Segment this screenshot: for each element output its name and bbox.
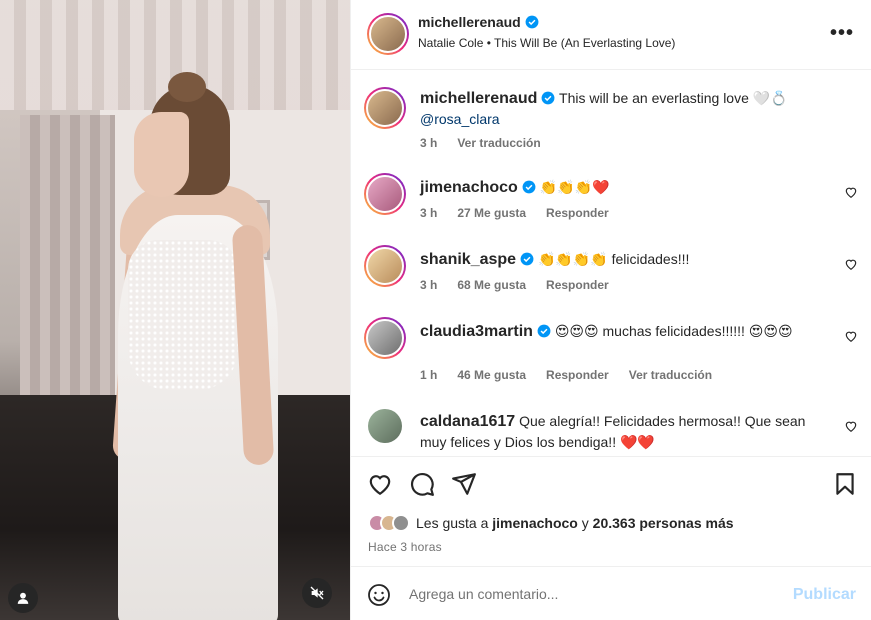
comment-time[interactable]: 1 h xyxy=(420,368,437,382)
caption-body: This will be an everlasting love 🤍💍 xyxy=(555,90,788,106)
reply-button[interactable]: Responder xyxy=(546,278,609,292)
comment-meta: 3 h 68 Me gusta Responder xyxy=(420,278,629,292)
send-icon[interactable] xyxy=(451,471,477,497)
caption-time[interactable]: 3 h xyxy=(420,136,437,150)
comment-likes[interactable]: 46 Me gusta xyxy=(457,368,526,382)
comment-avatar[interactable] xyxy=(364,245,406,287)
comment-meta: 3 h 27 Me gusta Responder xyxy=(420,206,629,220)
heart-icon[interactable] xyxy=(844,185,858,199)
comment-avatar[interactable] xyxy=(364,317,406,359)
comment-username[interactable]: jimenachoco xyxy=(420,179,518,196)
comment-avatar[interactable] xyxy=(364,173,406,215)
post-header: michellerenaud Natalie Cole • This Will … xyxy=(351,0,871,70)
post-actions: Les gusta a jimenachoco y 20.363 persona… xyxy=(351,456,871,566)
comment-composer: Publicar xyxy=(351,566,871,620)
comment-likes[interactable]: 68 Me gusta xyxy=(457,278,526,292)
comment-input[interactable] xyxy=(409,582,769,606)
audio-track[interactable]: Natalie Cole • This Will Be (An Everlast… xyxy=(418,36,675,50)
comment-body: 👏👏👏❤️ xyxy=(535,179,610,195)
comment-text: shanik_aspe 👏👏👏👏 felicidades!!! xyxy=(420,249,830,270)
verified-badge-icon xyxy=(537,324,551,338)
verified-badge-icon xyxy=(525,15,539,29)
likes-text: Les gusta a jimenachoco y 20.363 persona… xyxy=(416,515,734,531)
heart-icon[interactable] xyxy=(844,329,858,343)
author-username[interactable]: michellerenaud xyxy=(418,14,539,30)
dress-lace-bodice xyxy=(128,240,238,390)
comments-list[interactable]: michellerenaud This will be an everlasti… xyxy=(351,71,871,456)
tagged-users-button[interactable] xyxy=(8,583,38,613)
comment-likes[interactable]: 27 Me gusta xyxy=(457,206,526,220)
post-sidebar: michellerenaud Natalie Cole • This Will … xyxy=(350,0,871,620)
caption-mention[interactable]: @rosa_clara xyxy=(420,111,500,127)
mute-button[interactable] xyxy=(302,578,332,608)
verified-badge-icon xyxy=(541,91,555,105)
verified-badge-icon xyxy=(520,252,534,266)
comment-text: caldana1617 Que alegría!! Felicidades he… xyxy=(420,411,830,452)
publish-button[interactable]: Publicar xyxy=(793,586,856,604)
comment-translate-link[interactable]: Ver traducción xyxy=(629,368,712,382)
likes-count[interactable]: 20.363 personas más xyxy=(593,515,734,531)
caption-avatar[interactable] xyxy=(364,87,406,129)
user-icon xyxy=(17,592,29,604)
emoji-icon[interactable] xyxy=(367,583,391,607)
liker-avatar xyxy=(392,514,410,532)
instagram-post: michellerenaud Natalie Cole • This Will … xyxy=(0,0,871,620)
post-timestamp[interactable]: Hace 3 horas xyxy=(368,540,442,554)
comment-time[interactable]: 3 h xyxy=(420,278,437,292)
verified-badge-icon xyxy=(522,180,536,194)
author-avatar[interactable] xyxy=(367,13,409,55)
heart-icon[interactable] xyxy=(844,257,858,271)
caption-translate-link[interactable]: Ver traducción xyxy=(457,136,540,150)
figure-hair-bun xyxy=(168,72,206,102)
comment-text: jimenachoco 👏👏👏❤️ xyxy=(420,177,830,198)
comment-body: 😍😍😍 muchas felicidades!!!!!! 😍😍😍 xyxy=(550,323,793,339)
likes-summary[interactable]: Les gusta a jimenachoco y 20.363 persona… xyxy=(368,514,734,532)
reply-button[interactable]: Responder xyxy=(546,206,609,220)
reply-button[interactable]: Responder xyxy=(546,368,609,382)
figure-face xyxy=(134,112,189,197)
comment-body: 👏👏👏👏 felicidades!!! xyxy=(534,251,690,267)
heart-icon[interactable] xyxy=(844,419,858,433)
comment-time[interactable]: 3 h xyxy=(420,206,437,220)
comment-username[interactable]: shanik_aspe xyxy=(420,251,516,268)
comment-avatar[interactable] xyxy=(368,409,402,443)
comment-username[interactable]: claudia3martin xyxy=(420,323,533,340)
comment-meta: 1 h 46 Me gusta Responder Ver traducción xyxy=(420,368,732,382)
background-drape xyxy=(20,115,115,405)
caption-text: michellerenaud This will be an everlasti… xyxy=(420,88,830,129)
bookmark-icon[interactable] xyxy=(832,471,858,497)
comment-username[interactable]: caldana1617 xyxy=(420,413,515,430)
more-horizontal-icon[interactable]: ••• xyxy=(830,22,854,45)
caption-username[interactable]: michellerenaud xyxy=(420,90,537,107)
heart-icon[interactable] xyxy=(367,471,393,497)
liker-username[interactable]: jimenachoco xyxy=(492,515,578,531)
comment-icon[interactable] xyxy=(409,471,435,497)
comment-text: claudia3martin 😍😍😍 muchas felicidades!!!… xyxy=(420,321,830,342)
speaker-muted-icon xyxy=(310,586,324,600)
post-media[interactable] xyxy=(0,0,350,620)
caption-meta: 3 h Ver traducción xyxy=(420,136,561,150)
